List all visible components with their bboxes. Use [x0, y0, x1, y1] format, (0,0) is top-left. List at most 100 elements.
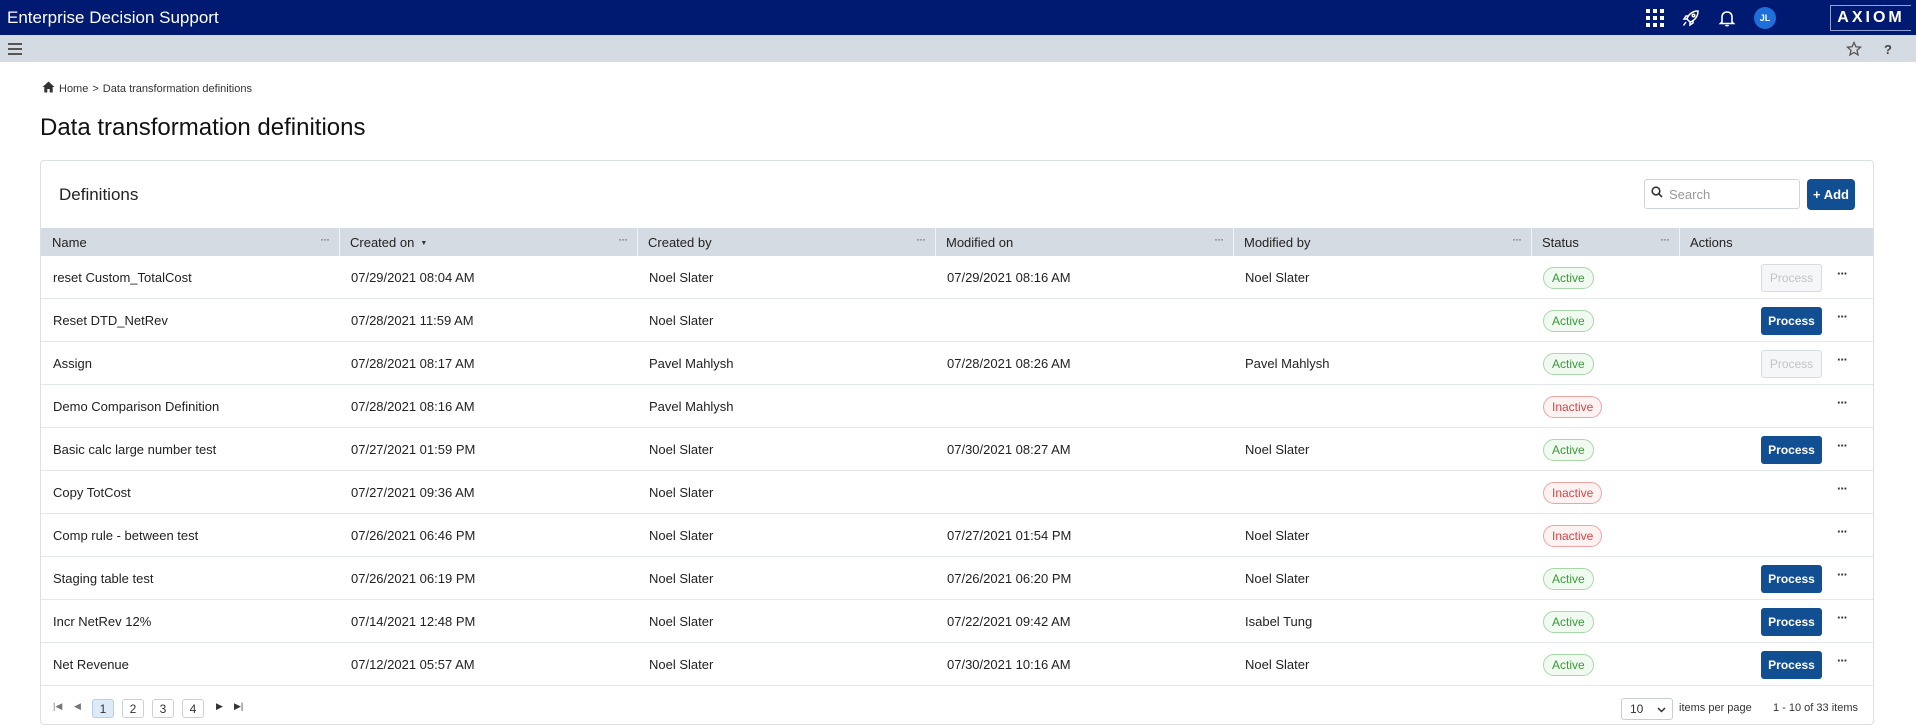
column-header-modified-on[interactable]: Modified on ··· — [935, 228, 1233, 256]
pager-summary: 1 - 10 of 33 items — [1773, 702, 1858, 714]
sort-descending-icon: ▼ — [420, 240, 428, 247]
app-grid-icon[interactable] — [1645, 8, 1665, 28]
table-row[interactable]: Basic calc large number test 07/27/2021 … — [41, 428, 1873, 471]
items-per-page-label: items per page — [1679, 702, 1752, 714]
process-button[interactable]: Process — [1761, 651, 1822, 679]
cell-created-by: Noel Slater — [649, 485, 714, 500]
process-button[interactable]: Process — [1761, 436, 1822, 464]
search-box — [1644, 179, 1800, 209]
column-menu-icon[interactable]: ··· — [1214, 232, 1224, 246]
cell-name: Incr NetRev 12% — [53, 614, 152, 629]
cell-modified-by: Isabel Tung — [1245, 614, 1313, 629]
star-favorite-icon[interactable] — [1845, 40, 1863, 58]
column-menu-icon[interactable]: ··· — [320, 232, 330, 246]
user-avatar[interactable]: JL — [1754, 7, 1776, 29]
cell-name: Net Revenue — [53, 657, 129, 672]
row-actions-menu-icon[interactable]: ··· — [1837, 481, 1848, 496]
column-header-status[interactable]: Status ··· — [1531, 228, 1679, 256]
search-input[interactable] — [1669, 186, 1789, 202]
previous-page-icon[interactable]: ◀ — [74, 701, 81, 712]
page-2-button[interactable]: 2 — [122, 699, 144, 718]
column-menu-icon[interactable]: ··· — [1660, 232, 1670, 246]
cell-modified-on — [935, 385, 947, 428]
row-actions-menu-icon[interactable]: ··· — [1837, 309, 1848, 324]
table-row[interactable]: Comp rule - between test 07/26/2021 06:4… — [41, 514, 1873, 557]
cell-status: Active — [1531, 256, 1594, 299]
cell-name: reset Custom_TotalCost — [53, 270, 192, 285]
process-button[interactable]: Process — [1761, 565, 1822, 593]
cell-status: Active — [1531, 299, 1594, 342]
cell-modified-by: Noel Slater — [1245, 270, 1310, 285]
panel-title: Definitions — [59, 185, 139, 204]
column-menu-icon[interactable]: ··· — [618, 232, 628, 246]
column-header-created-on[interactable]: Created on ▼ ··· — [339, 228, 637, 256]
table-row[interactable]: Demo Comparison Definition 07/28/2021 08… — [41, 385, 1873, 428]
rocket-icon[interactable] — [1681, 8, 1701, 28]
page-size-select[interactable]: 10 — [1621, 698, 1673, 720]
home-icon[interactable] — [42, 81, 55, 96]
column-header-modified-by[interactable]: Modified by ··· — [1233, 228, 1531, 256]
process-button[interactable]: Process — [1761, 307, 1822, 335]
cell-modified-by: Pavel Mahlysh — [1245, 356, 1330, 371]
breadcrumb: Home > Data transformation definitions — [42, 81, 252, 96]
status-badge: Active — [1543, 352, 1594, 375]
row-actions-menu-icon[interactable]: ··· — [1837, 266, 1848, 281]
cell-modified-on: 07/30/2021 08:27 AM — [947, 442, 1071, 457]
row-actions-menu-icon[interactable]: ··· — [1837, 438, 1848, 453]
cell-created-by: Noel Slater — [649, 270, 714, 285]
cell-modified-on: 07/22/2021 09:42 AM — [947, 614, 1071, 629]
axiom-logo: AXIOM — [1830, 5, 1911, 31]
status-badge: Inactive — [1543, 395, 1603, 418]
top-bar: Enterprise Decision Support JL AXIOM — [0, 0, 1916, 35]
cell-created-by: Noel Slater — [649, 442, 714, 457]
table-row[interactable]: Assign 07/28/2021 08:17 AM Pavel Mahlysh… — [41, 342, 1873, 385]
search-icon — [1651, 185, 1663, 203]
definitions-grid: Name ··· Created on ▼ ··· Created by ···… — [41, 228, 1873, 686]
column-header-name[interactable]: Name ··· — [41, 228, 339, 256]
cell-modified-by: Noel Slater — [1245, 571, 1310, 586]
table-row[interactable]: Reset DTD_NetRev 07/28/2021 11:59 AM Noe… — [41, 299, 1873, 342]
status-badge: Active — [1543, 653, 1594, 676]
row-actions-menu-icon[interactable]: ··· — [1837, 610, 1848, 625]
column-menu-icon[interactable]: ··· — [1512, 232, 1522, 246]
status-badge: Inactive — [1543, 481, 1603, 504]
help-icon[interactable]: ? — [1879, 40, 1897, 58]
table-row[interactable]: reset Custom_TotalCost 07/29/2021 08:04 … — [41, 256, 1873, 299]
chevron-down-icon — [1657, 702, 1666, 716]
row-actions-menu-icon[interactable]: ··· — [1837, 352, 1848, 367]
table-row[interactable]: Staging table test 07/26/2021 06:19 PM N… — [41, 557, 1873, 600]
cell-status: Active — [1531, 557, 1594, 600]
row-actions-menu-icon[interactable]: ··· — [1837, 653, 1848, 668]
next-page-icon[interactable]: ▶ — [216, 701, 223, 712]
row-actions-menu-icon[interactable]: ··· — [1837, 567, 1848, 582]
page-3-button[interactable]: 3 — [152, 699, 174, 718]
column-menu-icon[interactable]: ··· — [916, 232, 926, 246]
status-badge: Active — [1543, 610, 1594, 633]
process-button[interactable]: Process — [1761, 608, 1822, 636]
page-4-button[interactable]: 4 — [182, 699, 204, 718]
add-button[interactable]: + Add — [1807, 179, 1855, 210]
cell-created-on: 07/28/2021 08:16 AM — [351, 399, 475, 414]
last-page-icon[interactable]: ▶| — [234, 701, 243, 712]
sub-toolbar: ? — [0, 35, 1916, 62]
page-title: Data transformation definitions — [40, 114, 366, 141]
table-row[interactable]: Copy TotCost 07/27/2021 09:36 AM Noel Sl… — [41, 471, 1873, 514]
table-row[interactable]: Net Revenue 07/12/2021 05:57 AM Noel Sla… — [41, 643, 1873, 686]
first-page-icon[interactable]: |◀ — [53, 701, 62, 712]
bell-icon[interactable] — [1717, 8, 1737, 28]
hamburger-menu-icon[interactable] — [6, 40, 24, 58]
cell-status: Active — [1531, 342, 1594, 385]
cell-created-on: 07/27/2021 09:36 AM — [351, 485, 475, 500]
row-actions-menu-icon[interactable]: ··· — [1837, 524, 1848, 539]
page-1-button[interactable]: 1 — [92, 699, 114, 718]
cell-created-on: 07/14/2021 12:48 PM — [351, 614, 476, 629]
cell-created-by: Noel Slater — [649, 313, 714, 328]
cell-modified-on — [935, 471, 947, 514]
table-row[interactable]: Incr NetRev 12% 07/14/2021 12:48 PM Noel… — [41, 600, 1873, 643]
breadcrumb-home-link[interactable]: Home — [59, 83, 88, 95]
grid-body: reset Custom_TotalCost 07/29/2021 08:04 … — [41, 256, 1873, 686]
column-header-created-by[interactable]: Created by ··· — [637, 228, 935, 256]
cell-created-on: 07/27/2021 01:59 PM — [351, 442, 476, 457]
row-actions-menu-icon[interactable]: ··· — [1837, 395, 1848, 410]
cell-status: Inactive — [1531, 385, 1603, 428]
